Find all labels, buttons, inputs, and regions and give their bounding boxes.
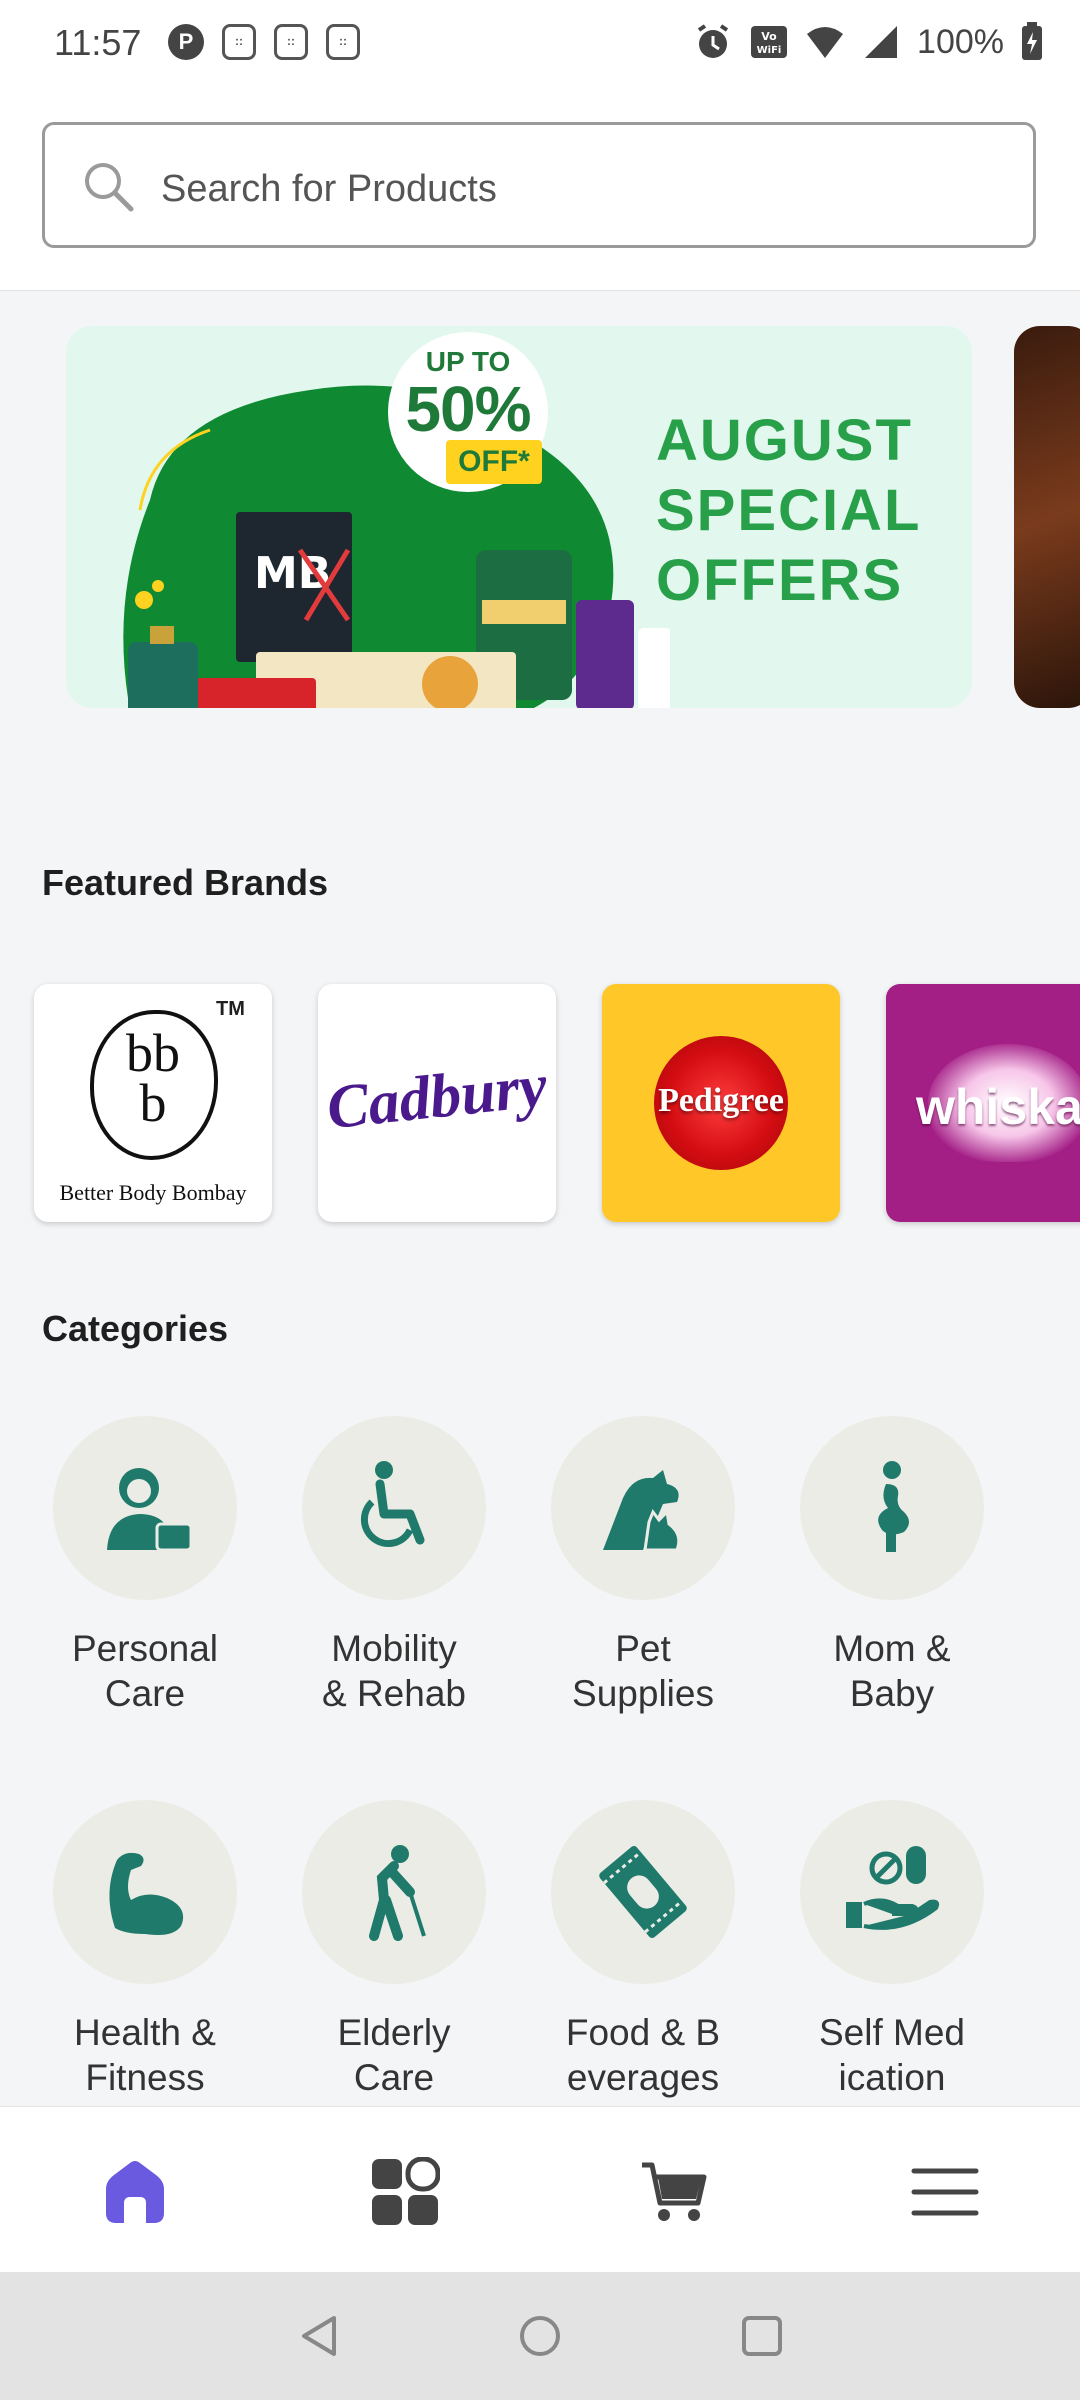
category-label: Food & B everages [565,2012,721,2098]
signal-icon [865,26,898,58]
brand-name: Better Body Bombay [59,1180,247,1205]
home-icon[interactable] [100,2157,170,2227]
battery-percent: 100% [917,22,1004,61]
category-elderly-care[interactable]: Elderly Care [274,1800,514,2100]
cart-icon[interactable] [640,2157,710,2227]
food-packet-icon [599,1846,687,1938]
sim-icon: :: [222,24,256,60]
banner-title-line: AUGUST [656,408,913,473]
next-banner-peek[interactable] [1014,326,1080,708]
brand-name: whiskas [916,1079,1080,1135]
banner-title-line: OFFERS [656,548,904,613]
system-status-icons: Vo WiFi 100% [693,22,1044,62]
personal-care-icon [107,1468,193,1552]
category-label: Self Med ication [818,2012,965,2098]
brand-pedigree[interactable]: Pedigree [602,984,840,1222]
search-header [0,92,1080,291]
search-input[interactable] [159,153,1003,225]
featured-brands-title: Featured Brands [42,862,329,903]
recents-icon[interactable] [738,2312,786,2360]
muscle-icon [109,1852,184,1935]
category-label: Mom & Baby [833,1628,951,1714]
category-icon-circle [800,1416,984,1600]
category-icon-circle [302,1416,486,1600]
category-label: Personal Care [71,1628,219,1714]
elderly-icon [369,1845,426,1941]
category-mom-baby[interactable]: Mom & Baby [772,1416,1012,1716]
back-icon[interactable] [296,2312,344,2360]
banner-title-line: SPECIAL [656,478,922,543]
brand-cadbury[interactable]: Cadbury [318,984,556,1222]
home-button-icon[interactable] [516,2312,564,2360]
status-time: 11:57 [54,22,142,63]
system-navigation-bar [0,2272,1080,2400]
svg-text:WiFi: WiFi [757,45,782,56]
vowifi-icon: Vo WiFi [751,26,788,58]
wheelchair-icon [360,1461,425,1547]
category-personal-care[interactable]: Personal Care [25,1416,265,1716]
banner-title: AUGUST SPECIAL OFFERS [656,406,966,616]
promo-banner[interactable]: MB UP TO 50% OFF* AUGUST SPECIAL OFFERS [66,326,972,708]
badge-off: OFF* [446,440,542,484]
category-icon-circle [800,1800,984,1984]
search-bar[interactable] [42,122,1036,248]
discount-badge: UP TO 50% OFF* [388,332,548,492]
category-icon-circle [302,1800,486,1984]
pet-icon [603,1470,681,1552]
menu-icon[interactable] [910,2157,980,2227]
category-self-medication[interactable]: Self Med ication [772,1800,1012,2100]
bbb-tm: TM [216,998,245,1020]
wifi-icon [807,27,844,58]
battery-icon [1022,22,1042,60]
brand-whiskas[interactable]: whiskas [886,984,1080,1222]
medicine-hand-icon [846,1846,940,1930]
category-food-beverages[interactable]: Food & B everages [523,1800,763,2100]
notification-icon: P [168,24,204,60]
category-label: Health & Fitness [74,2012,216,2098]
brand-better-body-bombay[interactable]: TM bb b Better Body Bombay [34,984,272,1222]
status-bar: 11:57 P :: :: :: Vo WiFi 100% [0,0,1080,92]
categories-grid-icon[interactable] [370,2157,440,2227]
pregnancy-icon [878,1461,909,1552]
category-label: Pet Supplies [572,1628,714,1714]
category-icon-circle [551,1800,735,1984]
search-icon [85,163,134,212]
brand-name: Cadbury [323,1051,551,1143]
sim-icon: :: [326,24,360,60]
category-icon-circle [53,1416,237,1600]
categories-title: Categories [42,1308,229,1349]
category-health-fitness[interactable]: Health & Fitness [25,1800,265,2100]
svg-text:Vo: Vo [761,30,777,43]
notification-icons: P :: :: :: [168,24,360,60]
category-mobility-rehab[interactable]: Mobility & Rehab [274,1416,514,1716]
category-label: Mobility & Rehab [322,1628,466,1714]
svg-text:MB: MB [254,548,331,599]
badge-percent: 50% [405,373,531,445]
bottom-navigation [0,2106,1080,2273]
category-label: Elderly Care [337,2012,451,2098]
category-pet-supplies[interactable]: Pet Supplies [523,1416,763,1716]
sim-icon: :: [274,24,308,60]
category-icon-circle [551,1416,735,1600]
brand-name: Pedigree [658,1082,784,1119]
alarm-icon [697,24,729,58]
category-icon-circle [53,1800,237,1984]
bbb-logo-text: b [139,1073,167,1133]
